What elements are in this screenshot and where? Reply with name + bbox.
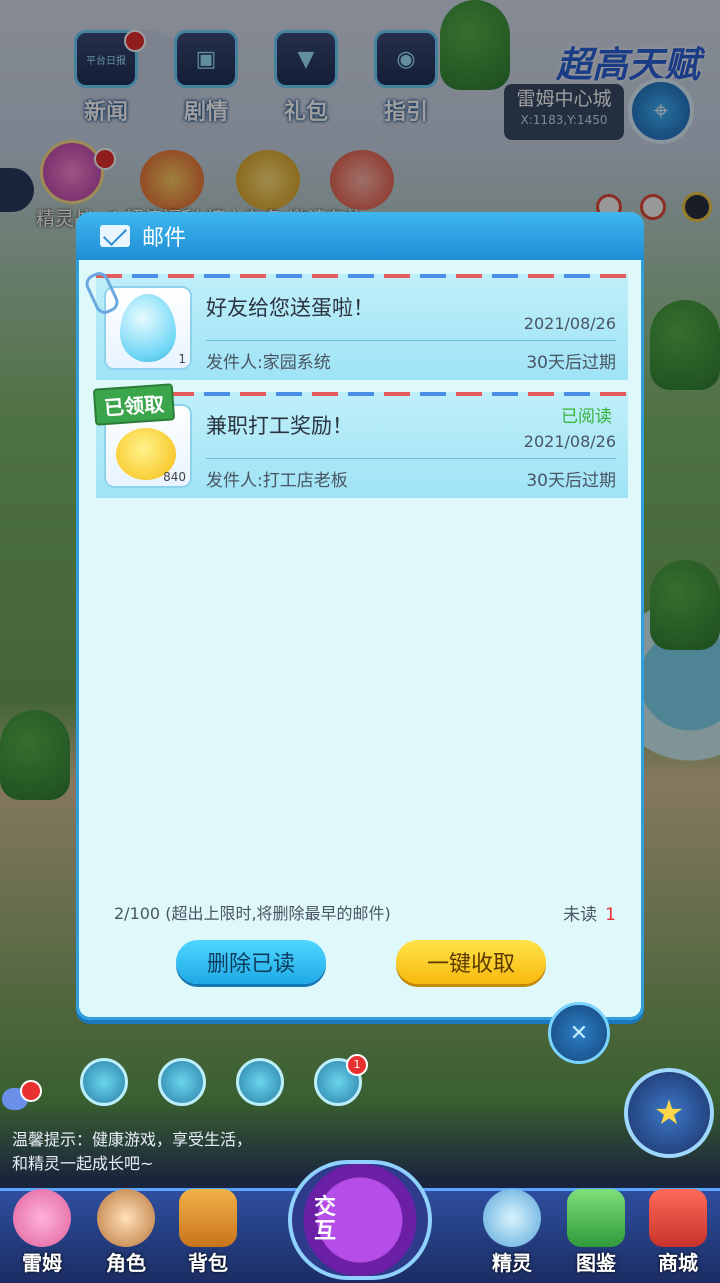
mail-expire: 30天后过期 — [526, 353, 616, 373]
tips-line: 温馨提示：健康游戏，享受生活， — [12, 1130, 253, 1149]
tips-text: 温馨提示：健康游戏，享受生活， 和精灵一起成长吧~ — [12, 1128, 252, 1176]
nav-sprite[interactable]: 精灵 — [474, 1189, 550, 1276]
attachment-count: 1 — [178, 352, 186, 366]
mail-date: 2021/08/26 — [523, 432, 616, 451]
leimu-icon — [13, 1189, 71, 1247]
mail-sender: 发件人:家园系统 — [206, 353, 331, 373]
nav-shop[interactable]: 商城 — [640, 1189, 716, 1276]
mail-read-status: 已阅读 — [561, 407, 612, 427]
mail-capacity: 2/100 (超出上限时,将删除最早的邮件) — [114, 904, 391, 923]
attachment-count: 840 — [163, 470, 186, 484]
unread-count: 1 — [605, 905, 616, 925]
sprite-icon — [483, 1189, 541, 1247]
nav-label: 雷姆 — [22, 1251, 62, 1275]
nav-label: 商城 — [658, 1251, 698, 1275]
nav-atlas[interactable]: 图鉴 — [558, 1189, 634, 1276]
egg-icon — [120, 294, 176, 362]
interact-button[interactable]: 交互 — [288, 1160, 432, 1280]
interact-label: 交互 — [314, 1195, 337, 1244]
mail-divider — [206, 340, 616, 341]
mail-item[interactable]: 840 已领取 兼职打工奖励！ 已阅读 2021/08/26 发件人:打工店老板… — [92, 383, 628, 498]
envelope-icon — [100, 225, 130, 247]
claimed-badge: 已领取 — [92, 383, 176, 426]
bag-icon — [179, 1189, 237, 1247]
mail-subject: 兼职打工奖励！ — [206, 414, 353, 438]
nav-label: 图鉴 — [576, 1251, 616, 1275]
bell-badge: 1 — [346, 1054, 368, 1076]
mail-item[interactable]: 1 好友给您送蛋啦！ 2021/08/26 发件人:家园系统 30天后过期 — [82, 268, 628, 380]
mail-panel: 邮件 1 好友给您送蛋啦！ 2021/08/26 发件人:家园系统 30天后过期… — [76, 212, 644, 1020]
role-icon — [97, 1189, 155, 1247]
mail-subject: 好友给您送蛋啦！ — [206, 296, 374, 320]
close-icon[interactable]: ✕ — [548, 1002, 610, 1064]
mail-date: 2021/08/26 — [523, 314, 616, 333]
mail-sender: 发件人:打工店老板 — [206, 471, 348, 491]
star-icon[interactable] — [158, 1058, 206, 1106]
shop-icon — [649, 1189, 707, 1247]
delete-read-button[interactable]: 删除已读 — [176, 940, 326, 984]
nav-label: 精灵 — [492, 1251, 532, 1275]
nav-label: 背包 — [188, 1251, 228, 1275]
nav-role[interactable]: 角色 — [88, 1189, 164, 1276]
atlas-icon — [567, 1189, 625, 1247]
nav-leimu[interactable]: 雷姆 — [4, 1189, 80, 1276]
mail-panel-title: 邮件 — [142, 226, 187, 251]
airmail-stripe — [96, 274, 628, 278]
home-icon[interactable] — [80, 1058, 128, 1106]
nav-label: 角色 — [106, 1251, 146, 1275]
tips-line: 和精灵一起成长吧~ — [12, 1154, 154, 1173]
mail-panel-header: 邮件 — [76, 212, 644, 260]
chat-red-dot — [20, 1080, 42, 1102]
friends-icon[interactable] — [236, 1058, 284, 1106]
airmail-stripe — [96, 392, 628, 396]
collect-all-button[interactable]: 一键收取 — [396, 940, 546, 984]
nav-bag[interactable]: 背包 — [170, 1189, 246, 1276]
unread-label: 未读 — [563, 905, 598, 925]
unread-counter: 未读 1 — [563, 900, 616, 925]
mail-divider — [206, 458, 616, 459]
star-wand-icon[interactable]: ★ — [624, 1068, 714, 1158]
mail-expire: 30天后过期 — [526, 471, 616, 491]
